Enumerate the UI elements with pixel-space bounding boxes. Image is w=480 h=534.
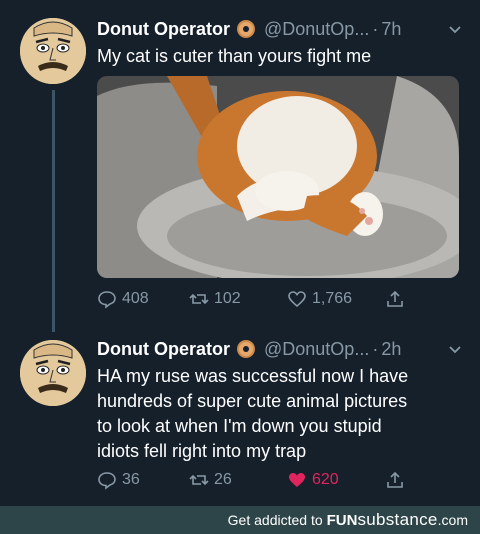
footer-prefix: Get addicted to xyxy=(227,512,323,528)
share-button[interactable] xyxy=(385,470,405,490)
retweet-count: 26 xyxy=(214,471,232,488)
author-avatar[interactable] xyxy=(20,340,86,406)
chevron-down-icon[interactable] xyxy=(448,20,462,42)
tweet-photo[interactable] xyxy=(97,76,459,278)
reply-count: 408 xyxy=(122,290,149,307)
tweet-1[interactable]: Donut Operator @DonutOp... · 7h My cat i… xyxy=(97,18,468,69)
retweet-button[interactable]: 102 xyxy=(189,289,241,309)
reply-icon xyxy=(98,291,116,309)
retweet-icon xyxy=(189,293,209,305)
author-name[interactable]: Donut Operator xyxy=(97,18,230,40)
tweet-text: My cat is cuter than yours fight me xyxy=(97,46,372,66)
like-count: 620 xyxy=(312,471,339,488)
cartoon-face-icon xyxy=(20,18,86,84)
watermark-footer: Get addicted to FUN substance .com xyxy=(0,506,480,534)
share-icon xyxy=(387,290,403,307)
retweet-icon xyxy=(189,474,209,486)
like-button[interactable]: 620 xyxy=(287,470,339,490)
separator-dot: · xyxy=(372,339,379,359)
like-count: 1,766 xyxy=(312,290,353,307)
reply-icon xyxy=(98,472,116,490)
tweet-actions: 408 102 1,766 xyxy=(97,289,417,311)
reply-button[interactable]: 36 xyxy=(97,470,140,490)
thread-connector xyxy=(52,90,55,332)
timestamp[interactable]: 7h xyxy=(381,18,401,40)
donut-emoji-icon xyxy=(237,20,255,38)
tweet-header: Donut Operator @DonutOp... · 2h xyxy=(97,338,468,360)
tweet-header: Donut Operator @DonutOp... · 7h xyxy=(97,18,468,40)
retweet-count: 102 xyxy=(214,290,241,307)
author-handle[interactable]: @DonutOp... xyxy=(264,338,369,360)
author-handle[interactable]: @DonutOp... xyxy=(264,18,369,40)
tweet-2[interactable]: Donut Operator @DonutOp... · 2h HA my ru… xyxy=(97,338,468,464)
footer-brand-tld: .com xyxy=(437,512,468,528)
reply-count: 36 xyxy=(122,471,140,488)
cat-photo-image xyxy=(97,76,459,278)
author-avatar[interactable] xyxy=(20,18,86,84)
like-button[interactable]: 1,766 xyxy=(287,289,352,309)
donut-emoji-icon xyxy=(237,340,255,358)
reply-button[interactable]: 408 xyxy=(97,289,149,309)
separator-dot: · xyxy=(372,19,379,39)
footer-brand-sub: substance xyxy=(357,510,438,529)
author-name[interactable]: Donut Operator xyxy=(97,338,230,360)
cartoon-face-icon xyxy=(20,340,86,406)
retweet-button[interactable]: 26 xyxy=(189,470,232,490)
chevron-down-icon[interactable] xyxy=(448,340,462,362)
footer-brand-fun: FUN xyxy=(326,511,358,529)
share-icon xyxy=(387,471,403,488)
tweet-text: HA my ruse was successful now I have hun… xyxy=(97,366,409,461)
share-button[interactable] xyxy=(385,289,405,309)
heart-icon xyxy=(288,291,306,308)
timestamp[interactable]: 2h xyxy=(381,338,401,360)
tweet-actions: 36 26 620 xyxy=(97,470,417,492)
heart-filled-icon xyxy=(289,473,305,487)
